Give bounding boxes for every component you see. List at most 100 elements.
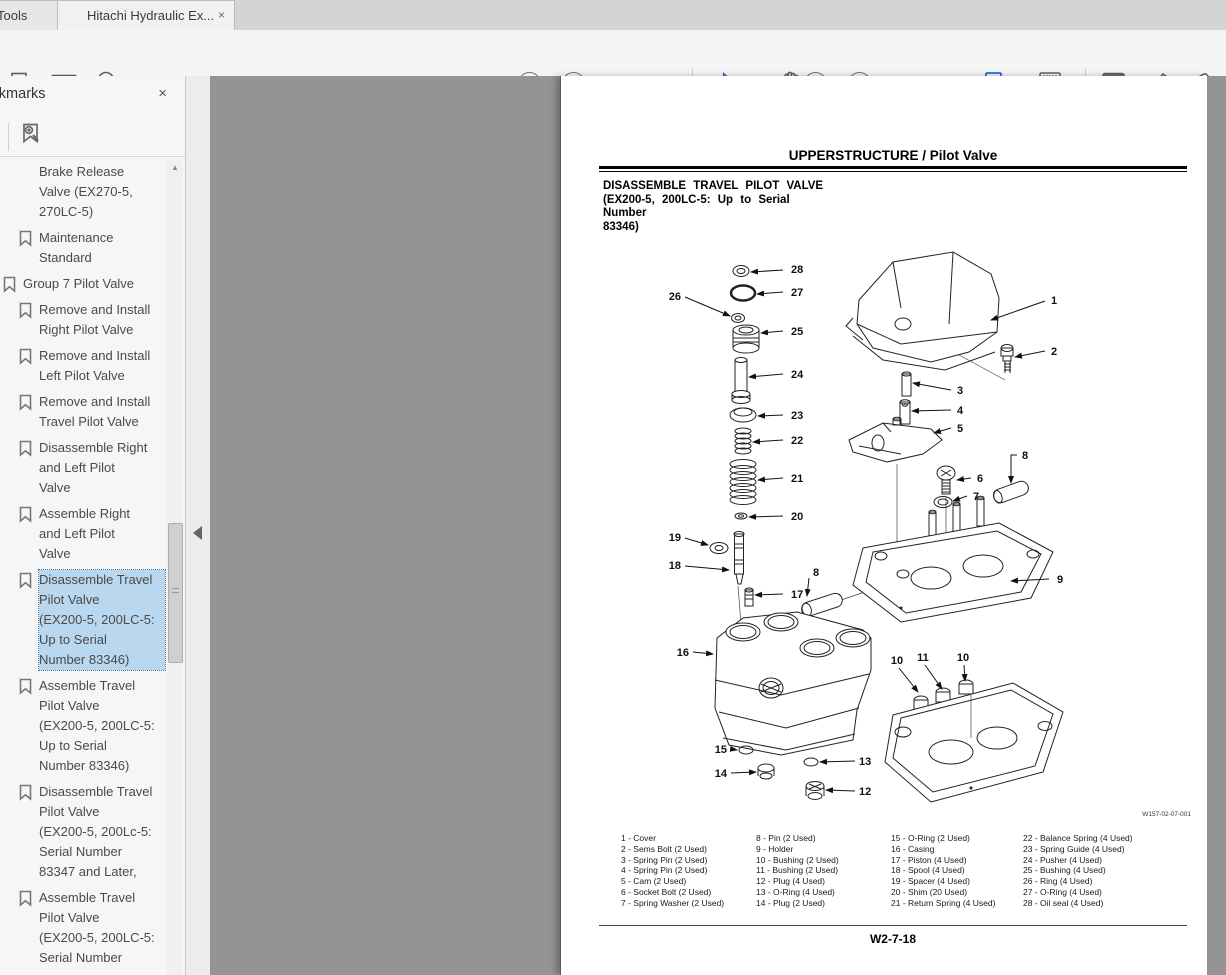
parts-column-3: 15 - O-Ring (2 Used)16 - Casing17 - Pist… [891,833,995,909]
bookmark-item[interactable]: Brake Release Valve (EX270-5, 270LC-5) [0,162,168,222]
diagram-callout-number: 9 [1057,574,1063,586]
bookmark-item[interactable]: Remove and Install Travel Pilot Valve [0,392,168,432]
bookmark-icon [19,230,32,252]
main-toolbar: ↑ ↓ 184 / 392 − + 71.1% ▾ ▾ [0,30,1226,77]
bookmark-item[interactable]: Disassemble Travel Pilot Valve (EX200-5,… [0,570,168,670]
bookmark-label: Remove and Install Right Pilot Valve [39,300,165,340]
part-balance-spring-22 [735,428,751,454]
part-socket-bolt [937,466,955,494]
part-list-entry: 5 - Cam (2 Used) [621,876,724,887]
bookmark-item[interactable]: Remove and Install Right Pilot Valve [0,300,168,340]
part-casing [853,496,1053,622]
diagram-callout-number: 27 [791,287,803,299]
section-heading: DISASSEMBLE TRAVEL PILOT VALVE (EX200-5,… [603,180,827,234]
panel-gutter [186,76,210,975]
part-return-spring-21 [730,460,756,505]
part-spool-18 [734,532,744,585]
diagram-callout-number: 23 [791,410,803,422]
part-list-entry: 28 - Oil seal (4 Used) [1023,898,1133,909]
bookmark-item[interactable]: Assemble Right and Left Pilot Valve [0,504,168,564]
bookmark-item[interactable]: Group 7 Pilot Valve [0,274,168,294]
bookmark-icon [19,440,32,462]
part-list-entry: 21 - Return Spring (4 Used) [891,898,995,909]
bookmark-label: Brake Release Valve (EX270-5, 270LC-5) [39,162,165,222]
part-oring-27 [731,286,755,301]
bookmark-icon [19,890,32,912]
bookmark-item[interactable]: Maintenance Standard [0,228,168,268]
diagram-callout-number: 10 [957,652,969,664]
scrollbar-up-arrow[interactable]: ▲ [167,160,183,176]
part-spring-washer [934,497,952,508]
exploded-view-diagram: 2827262524232221201918171615141312123456… [601,240,1181,830]
bookmark-item[interactable]: Remove and Install Left Pilot Valve [0,346,168,386]
part-list-entry: 2 - Sems Bolt (2 Used) [621,844,724,855]
bookmark-label: Disassemble Travel Pilot Valve (EX200-5,… [39,570,165,670]
diagram-callout-number: 17 [791,589,803,601]
diagram-callout-number: 13 [859,756,871,768]
part-plug-14 [758,764,774,779]
page-header-title: UPPERSTRUCTURE / Pilot Valve [599,148,1187,163]
bookmark-label: Assemble Travel Pilot Valve (EX200-5, 20… [39,676,165,776]
scrollbar-thumb[interactable] [168,523,183,663]
diagram-callout-number: 5 [957,423,963,435]
diagram-callout-number: 14 [715,768,728,780]
part-list-entry: 25 - Bushing (4 Used) [1023,865,1133,876]
parts-column-4: 22 - Balance Spring (4 Used)23 - Spring … [1023,833,1133,909]
diagram-callout-number: 21 [791,473,803,485]
sidebar-scrollbar[interactable]: ▲ [167,160,183,975]
parts-column-1: 1 - Cover2 - Sems Bolt (2 Used)3 - Sprin… [621,833,724,909]
bookmark-icon [19,394,32,416]
part-pin-right [992,479,1031,504]
diagram-callout-number: 20 [791,511,803,523]
bookmark-icon [19,506,32,528]
diagram-callout-number: 19 [669,532,681,544]
bookmark-icon [19,784,32,806]
diagram-callout-number: 24 [791,369,804,381]
bookmark-label: Maintenance Standard [39,228,165,268]
part-list-entry: 9 - Holder [756,844,839,855]
diagram-callout-number: 25 [791,326,803,338]
tab-close-icon[interactable]: × [218,1,225,30]
part-piston-17 [745,588,753,606]
document-canvas[interactable]: UPPERSTRUCTURE / Pilot Valve DISASSEMBLE… [210,76,1226,975]
bookmark-icon [3,276,16,298]
part-ring-26 [732,314,745,323]
part-list-entry: 16 - Casing [891,844,995,855]
part-plug-12 [806,782,824,800]
part-list-entry: 3 - Spring Pin (2 Used) [621,855,724,866]
part-list-entry: 27 - O-Ring (4 Used) [1023,887,1133,898]
bookmark-item[interactable]: Disassemble Travel Pilot Valve (EX200-5,… [0,782,168,882]
parts-column-2: 8 - Pin (2 Used)9 - Holder10 - Bushing (… [756,833,839,909]
bookmark-options-icon[interactable] [20,122,42,153]
diagram-callout-number: 28 [791,264,803,276]
bookmark-item[interactable]: Assemble Travel Pilot Valve (EX200-5, 20… [0,888,168,968]
diagram-callout-number: 8 [813,567,819,579]
bookmark-item[interactable]: Assemble Travel Pilot Valve (EX200-5, 20… [0,676,168,776]
part-spring-guide-23 [730,408,756,422]
part-list-entry: 1 - Cover [621,833,724,844]
diagram-callout-number: 10 [891,655,903,667]
collapse-panel-arrow-icon[interactable] [193,526,202,540]
bookmark-item[interactable]: Disassemble Right and Left Pilot Valve [0,438,168,498]
part-oring-13 [804,758,818,766]
acrobat-window: { "tabs": { "tools_label": "Tools", "doc… [0,0,1226,975]
diagram-callout-number: 8 [1022,450,1028,462]
part-valve-body [715,612,871,755]
part-list-entry: 19 - Spacer (4 Used) [891,876,995,887]
panel-close-icon[interactable]: × [158,85,167,102]
part-pin-left [800,592,844,618]
part-list-entry: 22 - Balance Spring (4 Used) [1023,833,1133,844]
header-double-rule [599,166,1187,172]
part-list-entry: 26 - Ring (4 Used) [1023,876,1133,887]
bookmarks-panel: Bookmarks × Brake Release Valve (EX270-5… [0,76,186,975]
panel-toolbar-separator [8,123,9,151]
tab-document[interactable]: Hitachi Hydraulic Ex... × [57,0,235,30]
part-bushing-25 [733,325,759,353]
diagram-callout-number: 7 [973,491,979,503]
diagram-callout-number: 1 [1051,295,1057,307]
diagram-callout-number: 12 [859,786,871,798]
figure-reference: W157-02-07-001 [1061,811,1191,818]
diagram-callout-number: 4 [957,405,964,417]
part-list-entry: 15 - O-Ring (2 Used) [891,833,995,844]
part-cover [846,252,999,370]
